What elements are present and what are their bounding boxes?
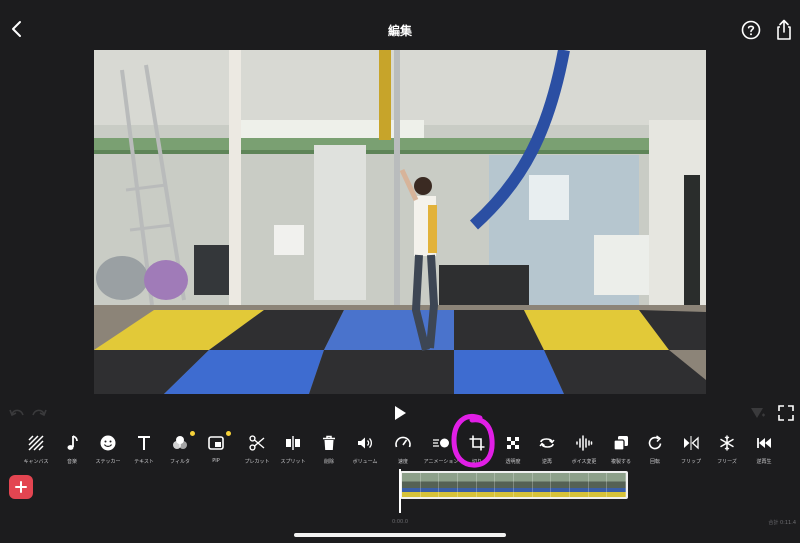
page-title: 編集 [387,23,412,38]
tool-duplicate[interactable]: 複製する [603,432,639,468]
tool-label: 逆再生 [756,459,772,465]
animation-icon [433,438,449,448]
redo-icon[interactable] [30,406,48,420]
tool-label: プレカット [244,459,270,465]
highlight-circle-annotation [451,414,495,468]
snowflake-icon [720,435,734,451]
video-frame-image [94,50,706,394]
clip-thumbnail [570,473,589,497]
clip-thumbnail [420,473,440,497]
tool-label: フィルタ [170,459,190,465]
tool-pip[interactable]: PIP [198,431,234,468]
tool-label: 回転 [649,459,660,465]
clip-thumbnail [476,473,496,497]
clip-thumbnail [551,473,571,497]
new-badge [226,431,231,436]
clip-thumbnail [532,473,552,497]
share-icon[interactable] [773,18,795,42]
play-icon[interactable] [389,403,409,423]
tool-label: 音楽 [66,459,77,465]
flip-icon [684,436,699,450]
smiley-icon [100,435,116,451]
clip-thumbnail [588,473,608,497]
clip-thumbnail [607,473,626,497]
tool-flip[interactable]: フリップ [673,432,709,468]
tool-filter[interactable]: フィルタ [162,431,198,468]
add-clip-button[interactable] [9,475,33,499]
current-timecode: 0:00.0 [392,519,408,525]
tool-opacity[interactable]: 透明度 [495,432,531,468]
tool-label: 速度 [397,459,408,465]
timeline-clip[interactable] [400,471,628,499]
canvas-icon [28,435,44,451]
tool-sticker[interactable]: ステッカー [90,432,126,468]
tool-label: 逆再 [541,459,552,465]
tool-label: キャンバス [23,459,49,465]
reverse-icon [539,438,555,448]
edit-toolbar: キャンバス 音楽 ステッカー テキスト フィルタ PIP プレカット スプリット… [16,431,792,468]
waveform-icon [576,435,593,451]
tool-label: ボイス変更 [571,459,597,465]
keyframe-icon[interactable] [748,405,766,421]
pip-icon [208,436,224,450]
total-duration: 合計 0:11.4 [768,520,796,526]
tool-label: テキスト [134,459,154,465]
clip-thumbnail [458,473,477,497]
tool-text[interactable]: テキスト [126,432,162,468]
clip-thumbnail [495,473,515,497]
tool-label: 透明度 [505,459,521,465]
speedometer-icon [395,436,411,448]
tool-delete[interactable]: 削除 [311,432,347,468]
tool-freeze[interactable]: フリーズ [709,432,745,468]
tool-precut[interactable]: プレカット [239,432,275,468]
tool-label: スプリット [280,459,306,465]
music-note-icon [67,435,78,450]
tool-speed[interactable]: 速度 [385,432,421,468]
new-badge [190,431,195,436]
clip-thumbnail [402,473,421,497]
video-preview[interactable] [94,50,706,394]
fullscreen-icon[interactable] [778,405,794,421]
tool-split[interactable]: スプリット [275,432,311,468]
duplicate-icon [613,436,628,451]
checkerboard-icon [507,437,519,449]
split-icon [286,436,300,450]
tool-label: フリップ [680,459,701,465]
tool-label: フリーズ [717,459,737,465]
rotate-icon [648,435,662,450]
back-chevron-icon[interactable] [6,18,28,40]
tool-canvas[interactable]: キャンバス [18,432,54,468]
trash-icon [323,435,335,450]
clip-thumbnail [439,473,459,497]
plus-icon [15,481,27,493]
tool-label: 削除 [323,459,334,465]
tool-label: PIP [212,458,220,464]
speaker-icon [358,437,373,449]
scissors-icon [249,435,265,451]
undo-icon[interactable] [8,406,26,420]
home-indicator [294,533,506,537]
tool-label: ボリューム [352,459,378,465]
text-t-icon [138,436,150,450]
help-icon[interactable] [740,19,762,41]
clip-thumbnail [514,473,533,497]
tool-label: ステッカー [95,459,121,465]
tool-volume[interactable]: ボリューム [347,432,383,468]
playhead[interactable] [399,469,401,513]
tool-rotate[interactable]: 回転 [637,432,673,468]
tool-voice[interactable]: ボイス変更 [566,432,602,468]
tool-reverse[interactable]: 逆再 [529,432,565,468]
filter-circles-icon [173,436,187,449]
tool-music[interactable]: 音楽 [54,432,90,468]
tool-rewind[interactable]: 逆再生 [746,432,782,468]
rewind-icon [757,438,771,448]
tool-label: 複製する [610,459,631,465]
